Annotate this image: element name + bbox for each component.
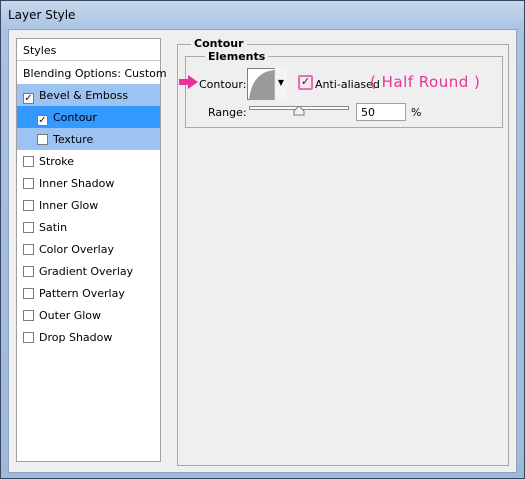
pattern-overlay-checkbox[interactable]	[23, 288, 34, 299]
styles-header[interactable]: Styles	[17, 39, 160, 61]
style-item-drop-shadow[interactable]: Drop Shadow	[17, 326, 160, 348]
style-item-label: Inner Glow	[39, 199, 99, 212]
check-mark-icon: ✓	[301, 75, 311, 88]
percent-sign: %	[411, 106, 422, 119]
half-round-annotation: ( Half Round )	[370, 73, 481, 91]
style-item-inner-shadow[interactable]: Inner Shadow	[17, 172, 160, 194]
anti-aliased-checkbox[interactable]: ✓	[298, 75, 313, 90]
style-item-label: Stroke	[39, 155, 75, 168]
texture-checkbox[interactable]	[37, 134, 48, 145]
styles-list-panel: Styles Blending Options: Custom ✓ Bevel &…	[16, 38, 167, 462]
style-item-stroke[interactable]: Stroke	[17, 150, 160, 172]
dialog-client-area: Styles Blending Options: Custom ✓ Bevel &…	[8, 29, 517, 473]
style-item-bevel-emboss[interactable]: ✓ Bevel & Emboss	[17, 84, 160, 106]
inner-shadow-checkbox[interactable]	[23, 178, 34, 189]
style-item-label: Satin	[39, 221, 68, 234]
style-item-texture[interactable]: Texture	[17, 128, 160, 150]
style-item-gradient-overlay[interactable]: Gradient Overlay	[17, 260, 160, 282]
contour-checkbox[interactable]: ✓	[37, 115, 48, 126]
style-item-satin[interactable]: Satin	[17, 216, 160, 238]
style-item-label: Texture	[53, 133, 94, 146]
pointer-arrow-icon	[179, 75, 198, 89]
color-overlay-checkbox[interactable]	[23, 244, 34, 255]
style-item-inner-glow[interactable]: Inner Glow	[17, 194, 160, 216]
style-item-pattern-overlay[interactable]: Pattern Overlay	[17, 282, 160, 304]
half-round-curve-icon	[249, 70, 275, 100]
elements-group-title: Elements	[205, 50, 269, 63]
style-item-color-overlay[interactable]: Color Overlay	[17, 238, 160, 260]
contour-dropdown-arrow-icon[interactable]: ▼	[274, 68, 287, 100]
style-item-label: Bevel & Emboss	[39, 89, 129, 102]
style-item-label: Pattern Overlay	[39, 287, 125, 300]
blending-options-item[interactable]: Blending Options: Custom	[17, 62, 167, 84]
gradient-overlay-checkbox[interactable]	[23, 266, 34, 277]
style-item-label: Color Overlay	[39, 243, 114, 256]
blending-options-label: Blending Options: Custom	[23, 67, 167, 80]
inner-glow-checkbox[interactable]	[23, 200, 34, 211]
range-slider-thumb-icon[interactable]	[293, 106, 305, 116]
layer-style-window: Layer Style Styles Blending Options: Cus…	[0, 0, 525, 479]
outer-glow-checkbox[interactable]	[23, 310, 34, 321]
range-value-input[interactable]: 50	[356, 103, 406, 121]
contour-label: Contour:	[199, 78, 247, 91]
drop-shadow-checkbox[interactable]	[23, 332, 34, 343]
style-item-label: Gradient Overlay	[39, 265, 134, 278]
style-item-label: Drop Shadow	[39, 331, 113, 344]
satin-checkbox[interactable]	[23, 222, 34, 233]
style-item-label: Outer Glow	[39, 309, 102, 322]
range-label: Range:	[208, 106, 247, 119]
contour-group-title: Contour	[191, 37, 247, 50]
bevel-emboss-checkbox[interactable]: ✓	[23, 93, 34, 104]
stroke-checkbox[interactable]	[23, 156, 34, 167]
style-item-outer-glow[interactable]: Outer Glow	[17, 304, 160, 326]
style-item-label: Inner Shadow	[39, 177, 115, 190]
window-title: Layer Style	[8, 8, 76, 22]
style-item-label: Contour	[53, 111, 97, 124]
style-item-contour[interactable]: ✓ Contour	[17, 106, 160, 128]
